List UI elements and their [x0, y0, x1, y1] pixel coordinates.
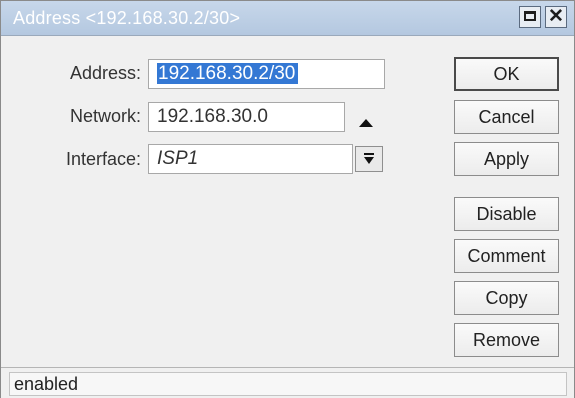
- disable-button[interactable]: Disable: [454, 197, 559, 231]
- network-field[interactable]: 192.168.30.0: [148, 102, 345, 132]
- window-title: Address <192.168.30.2/30>: [13, 8, 241, 28]
- ok-button[interactable]: OK: [454, 57, 559, 91]
- remove-button[interactable]: Remove: [454, 323, 559, 357]
- apply-button[interactable]: Apply: [454, 142, 559, 176]
- interface-label: Interface:: [65, 149, 141, 169]
- interface-select[interactable]: ISP1: [148, 144, 353, 174]
- address-label: Address:: [69, 63, 141, 83]
- dropdown-arrow-icon: [364, 157, 374, 164]
- copy-button[interactable]: Copy: [454, 281, 559, 315]
- title-bar[interactable]: Address <192.168.30.2/30> ✕: [1, 1, 574, 36]
- address-dialog: Address <192.168.30.2/30> ✕ Address: 192…: [0, 0, 575, 398]
- status-panel: enabled: [9, 372, 567, 396]
- comment-button[interactable]: Comment: [454, 239, 559, 273]
- up-arrow-icon[interactable]: [359, 119, 373, 127]
- status-bar: enabled: [1, 367, 574, 398]
- network-label: Network:: [69, 106, 141, 126]
- interface-dropdown-button[interactable]: [355, 146, 383, 172]
- close-button[interactable]: ✕: [545, 6, 567, 28]
- status-text: enabled: [14, 374, 79, 394]
- close-icon: ✕: [548, 6, 564, 27]
- address-field[interactable]: 192.168.30.2/30: [148, 59, 385, 89]
- cancel-button[interactable]: Cancel: [454, 100, 559, 134]
- address-value: 192.168.30.2/30: [157, 63, 299, 84]
- maximize-button[interactable]: [519, 6, 541, 28]
- dropdown-bar-icon: [364, 153, 374, 155]
- maximize-icon: [524, 11, 536, 21]
